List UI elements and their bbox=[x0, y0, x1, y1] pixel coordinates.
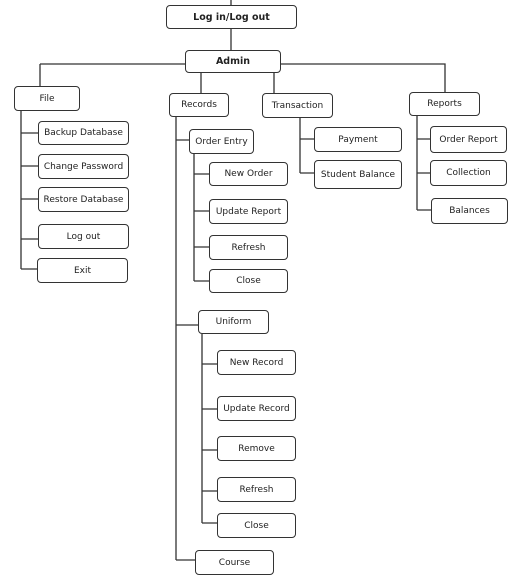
collection-node: Collection bbox=[430, 160, 507, 186]
uniform-close-node: Close bbox=[217, 513, 296, 538]
order-entry-node: Order Entry bbox=[189, 129, 254, 154]
uniform-refresh-node: Refresh bbox=[217, 477, 296, 502]
file-node: File bbox=[14, 86, 80, 111]
admin-node: Admin bbox=[185, 50, 281, 73]
order-close-node: Close bbox=[209, 269, 288, 293]
new-record-node: New Record bbox=[217, 350, 296, 375]
balances-node: Balances bbox=[431, 198, 508, 224]
new-order-node: New Order bbox=[209, 162, 288, 186]
restore-database-node: Restore Database bbox=[38, 187, 129, 212]
payment-node: Payment bbox=[314, 127, 402, 152]
login-logout-node: Log in/Log out bbox=[166, 5, 297, 29]
student-balance-node: Student Balance bbox=[314, 160, 402, 189]
order-refresh-node: Refresh bbox=[209, 235, 288, 260]
records-node: Records bbox=[169, 93, 229, 117]
uniform-node: Uniform bbox=[198, 310, 269, 334]
exit-node: Exit bbox=[37, 258, 128, 283]
update-record-node: Update Record bbox=[217, 396, 296, 421]
order-report-node: Order Report bbox=[430, 126, 507, 153]
change-password-node: Change Password bbox=[38, 154, 129, 179]
update-report-node: Update Report bbox=[209, 199, 288, 224]
remove-node: Remove bbox=[217, 436, 296, 461]
menu-hierarchy-diagram: Log in/Log out Admin File Backup Databas… bbox=[0, 0, 514, 579]
transaction-node: Transaction bbox=[262, 93, 333, 118]
course-node: Course bbox=[195, 550, 274, 575]
file-logout-node: Log out bbox=[38, 224, 129, 249]
reports-node: Reports bbox=[409, 92, 480, 116]
backup-database-node: Backup Database bbox=[38, 121, 129, 145]
